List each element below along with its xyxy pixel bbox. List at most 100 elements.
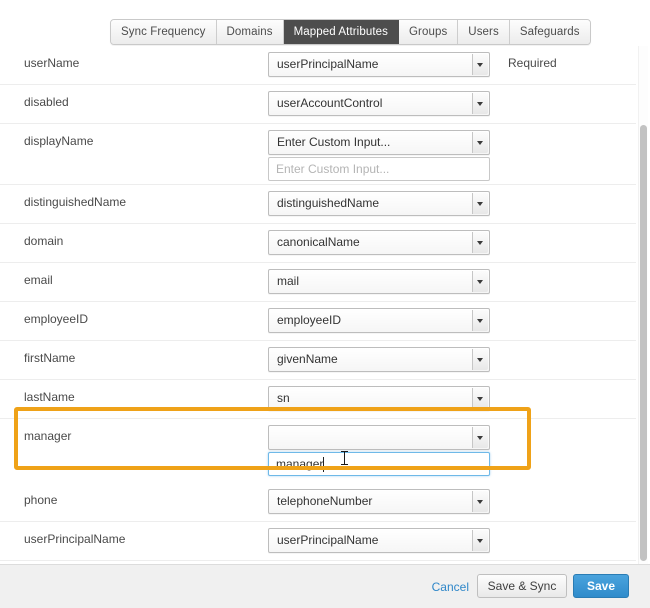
attribute-select-value: userAccountControl [277,96,383,110]
tab-mapped-attributes[interactable]: Mapped Attributes [283,20,399,44]
table-row: userPrincipalName userPrincipalName [0,522,636,561]
attribute-control: canonicalName [268,230,490,255]
attribute-control: givenName [268,347,490,372]
attribute-select-value: userPrincipalName [277,533,379,547]
attribute-control: manager [268,425,490,476]
tab-label: Sync Frequency [121,26,206,38]
attribute-name-label: distinguishedName [24,195,127,209]
table-row: displayName Enter Custom Input... Enter … [0,124,636,185]
attribute-control: sn [268,386,490,411]
attribute-select[interactable]: userPrincipalName [268,52,490,77]
attribute-name-label: employeeID [24,312,89,326]
save-button[interactable]: Save [573,574,629,598]
tab-label: Safeguards [519,26,580,38]
attribute-select[interactable]: userPrincipalName [268,528,490,553]
attribute-name-label: userPrincipalName [24,532,126,546]
tab-label: Groups [408,26,448,38]
mapped-attributes-list: userName userPrincipalName Required disa… [0,46,636,561]
attribute-select[interactable]: userAccountControl [268,91,490,116]
chevron-down-icon [472,349,488,370]
attribute-control: employeeID [268,308,490,333]
tab-sync-frequency[interactable]: Sync Frequency [111,20,217,44]
attribute-control: telephoneNumber [268,489,490,514]
chevron-down-icon [472,310,488,331]
footer-bar: Cancel Save & Sync Save [0,564,650,608]
attribute-name-label: email [24,273,53,287]
attribute-control: Enter Custom Input... Enter Custom Input… [268,130,490,181]
attribute-name-label: firstName [24,351,76,365]
custom-input-placeholder: Enter Custom Input... [276,162,390,176]
attribute-name-label: lastName [24,390,75,404]
mapped-attributes-scroll-area[interactable]: userName userPrincipalName Required disa… [0,46,650,565]
custom-input-field[interactable]: Enter Custom Input... [268,157,490,181]
attribute-name-label: displayName [24,134,94,148]
tab-label: Mapped Attributes [293,26,388,38]
required-label: Required [508,56,557,70]
chevron-down-icon [472,132,488,153]
attribute-select[interactable]: mail [268,269,490,294]
attribute-name-label: userName [24,56,80,70]
attribute-select-value: Enter Custom Input... [277,135,391,149]
attribute-select-value: distinguishedName [277,196,380,210]
text-caret [323,457,324,472]
tab-users[interactable]: Users [458,20,510,44]
attribute-select-value: mail [277,274,300,288]
chevron-down-icon [472,427,488,448]
tab-label: Users [468,26,499,38]
attribute-select[interactable]: canonicalName [268,230,490,255]
table-row-manager: manager manager [0,419,636,483]
cancel-button[interactable]: Cancel [432,580,469,594]
custom-input-field[interactable]: manager [268,452,490,476]
attribute-select[interactable]: sn [268,386,490,411]
attribute-control: userPrincipalName [268,52,490,77]
mouse-cursor-ibeam [341,450,348,466]
table-row: firstName givenName [0,341,636,380]
tab-bar-region: Sync Frequency Domains Mapped Attributes… [0,0,650,46]
chevron-down-icon [472,232,488,253]
table-row: email mail [0,263,636,302]
table-row: domain canonicalName [0,224,636,263]
chevron-down-icon [472,271,488,292]
attribute-name-label: domain [24,234,64,248]
table-row: employeeID employeeID [0,302,636,341]
chevron-down-icon [472,54,488,75]
attribute-select[interactable]: Enter Custom Input... [268,130,490,155]
attribute-select[interactable]: telephoneNumber [268,489,490,514]
attribute-select-value: sn [277,391,290,405]
tab-label: Domains [226,26,273,38]
attribute-control: userAccountControl [268,91,490,116]
scrollbar-thumb[interactable] [640,125,647,561]
attribute-control: distinguishedName [268,191,490,216]
tab-domains[interactable]: Domains [216,20,284,44]
save-and-sync-button[interactable]: Save & Sync [477,574,567,598]
table-row: phone telephoneNumber [0,483,636,522]
table-row: lastName sn [0,380,636,419]
tab-bar: Sync Frequency Domains Mapped Attributes… [110,19,591,45]
attribute-control: userPrincipalName [268,528,490,553]
attribute-name-label: disabled [24,95,69,109]
chevron-down-icon [472,530,488,551]
attribute-select[interactable] [268,425,490,450]
chevron-down-icon [472,388,488,409]
attribute-select-value: userPrincipalName [277,57,379,71]
table-row: distinguishedName distinguishedName [0,185,636,224]
table-row: userName userPrincipalName Required [0,46,636,85]
attribute-name-label: manager [24,429,72,443]
chevron-down-icon [472,93,488,114]
attribute-select-value: givenName [277,352,338,366]
attribute-control: mail [268,269,490,294]
chevron-down-icon [472,491,488,512]
attribute-select-value: canonicalName [277,235,360,249]
attribute-select[interactable]: givenName [268,347,490,372]
table-row: disabled userAccountControl [0,85,636,124]
attribute-select-value: telephoneNumber [277,494,373,508]
attribute-select[interactable]: employeeID [268,308,490,333]
attribute-name-label: phone [24,493,58,507]
tab-safeguards[interactable]: Safeguards [509,20,590,44]
chevron-down-icon [472,193,488,214]
attribute-select-value: employeeID [277,313,342,327]
custom-input-value: manager [276,457,324,471]
vertical-scrollbar[interactable] [638,46,648,565]
tab-groups[interactable]: Groups [398,20,459,44]
attribute-select[interactable]: distinguishedName [268,191,490,216]
